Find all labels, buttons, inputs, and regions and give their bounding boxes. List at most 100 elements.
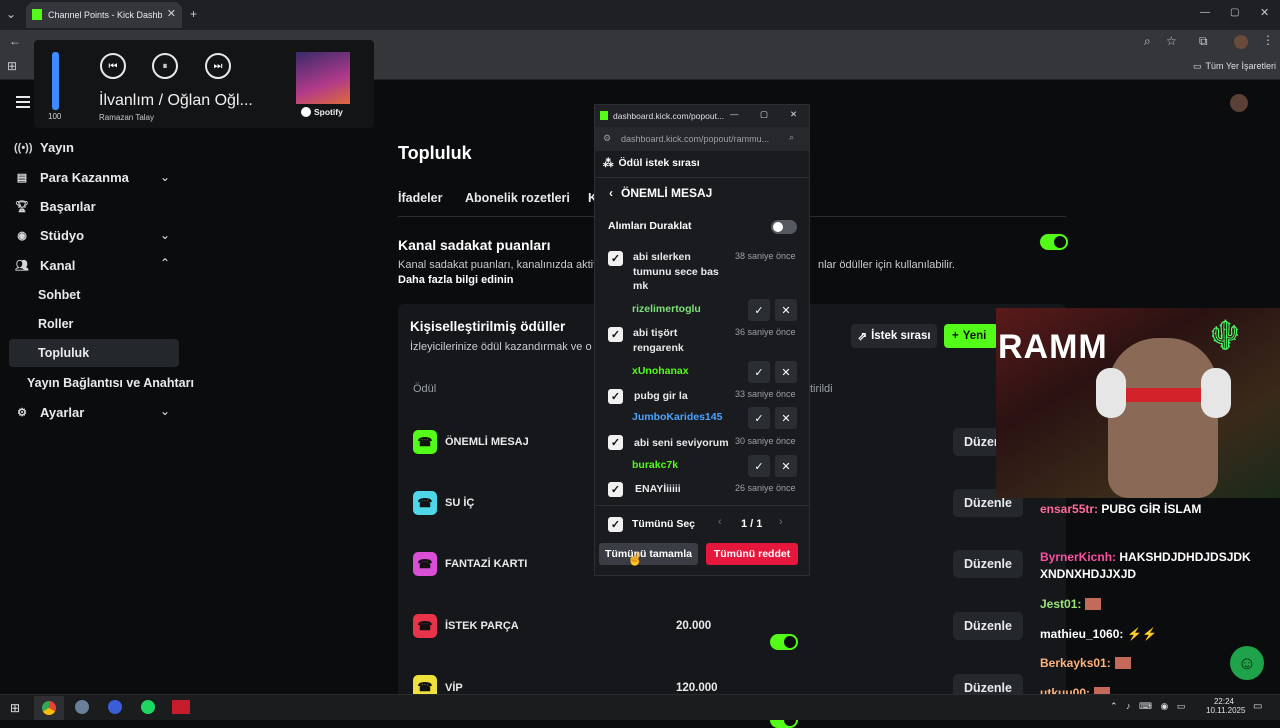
new-tab-icon[interactable]: + bbox=[190, 7, 197, 21]
camera-icon: ◉ bbox=[17, 230, 27, 242]
sidebar-item-sohbet[interactable]: Sohbet bbox=[38, 288, 80, 302]
apps-grid-icon[interactable]: ⊞ bbox=[7, 59, 17, 73]
approve-check-icon[interactable]: ✓ bbox=[748, 455, 770, 477]
close-window-icon[interactable]: ✕ bbox=[790, 109, 797, 120]
sidebar-item-roller[interactable]: Roller bbox=[38, 317, 73, 331]
back-to-rewards[interactable]: ‹ ÖNEMLİ MESAJ bbox=[609, 186, 712, 200]
reject-all-button[interactable]: Tümünü reddet bbox=[706, 543, 798, 565]
all-bookmarks-button[interactable]: ▭ Tüm Yer İşaretleri bbox=[1193, 61, 1276, 72]
reject-x-icon[interactable]: ✕ bbox=[775, 299, 797, 321]
chevron-up-icon[interactable]: ⌃ bbox=[160, 256, 170, 270]
new-reward-button[interactable]: + Yeni bbox=[944, 324, 998, 348]
sidebar-item-topluluk-active[interactable] bbox=[9, 339, 179, 367]
sidebar-item-studyo[interactable]: ◉ Stüdyo bbox=[14, 228, 84, 243]
hamburger-menu-icon[interactable] bbox=[16, 96, 30, 108]
request-user[interactable]: JumboKarides145 bbox=[632, 411, 722, 423]
bookmark-star-icon[interactable]: ☆ bbox=[1166, 34, 1177, 48]
volume-slider[interactable] bbox=[52, 52, 59, 110]
user-avatar[interactable] bbox=[1230, 94, 1248, 112]
support-chat-icon[interactable]: ☺ bbox=[1230, 646, 1264, 680]
clock[interactable]: 22:24 10.11.2025 bbox=[1206, 697, 1246, 715]
cactus-neon-icon: 🌵︎ bbox=[1206, 319, 1245, 352]
reward-toggle[interactable] bbox=[770, 634, 798, 650]
prev-page-icon[interactable]: ‹ bbox=[718, 516, 722, 528]
discord-icon[interactable] bbox=[108, 700, 122, 714]
chat-user: ensar55tr: bbox=[1040, 502, 1099, 516]
clock-date: 10.11.2025 bbox=[1206, 706, 1246, 715]
extensions-icon[interactable]: ⧉ bbox=[1199, 34, 1208, 49]
system-tray-icons[interactable]: ⌃ ♪ ⌨ ◉ ▭ bbox=[1110, 701, 1188, 712]
next-page-icon[interactable]: › bbox=[779, 516, 783, 528]
request-user[interactable]: rizelimertoglu bbox=[632, 303, 701, 315]
sidebar-item-basarilar[interactable]: 🏆︎ Başarılar bbox=[14, 199, 96, 214]
pause-icon[interactable]: ⏸ bbox=[152, 53, 178, 79]
minimize-window-icon[interactable]: — bbox=[730, 109, 739, 119]
request-queue-button[interactable]: ⇗ İstek sırası bbox=[851, 324, 937, 348]
reward-name: ÖNEMLİ MESAJ bbox=[621, 186, 713, 200]
chevron-down-icon[interactable]: ⌄ bbox=[160, 170, 170, 184]
taskbar-app-icon[interactable] bbox=[75, 700, 89, 714]
pause-toggle[interactable] bbox=[771, 220, 797, 234]
request-user[interactable]: xUnohanax bbox=[632, 365, 689, 377]
tab-ifadeler[interactable]: İfadeler bbox=[398, 191, 442, 205]
tab-list-icon[interactable]: ⌄ bbox=[6, 7, 16, 21]
approve-check-icon[interactable]: ✓ bbox=[748, 361, 770, 383]
request-checkbox[interactable]: ✓ bbox=[608, 435, 623, 450]
loyalty-title: Kanal sadakat puanları bbox=[398, 237, 551, 253]
next-track-icon[interactable]: ⏭ bbox=[205, 53, 231, 79]
maximize-window-icon[interactable]: ▢ bbox=[760, 109, 768, 120]
request-checkbox[interactable]: ✓ bbox=[608, 251, 623, 266]
request-user[interactable]: burakc7k bbox=[632, 459, 678, 471]
zoom-icon[interactable]: ⌕ bbox=[789, 132, 794, 143]
approve-check-icon[interactable]: ✓ bbox=[748, 407, 770, 429]
profile-avatar[interactable] bbox=[1234, 35, 1248, 49]
approve-check-icon[interactable]: ✓ bbox=[748, 299, 770, 321]
sidebar-item-topluluk[interactable]: Topluluk bbox=[38, 346, 89, 360]
tab-channel-points[interactable]: Channel Points - Kick Dashboard ✕ bbox=[26, 2, 182, 28]
popout-address-bar[interactable]: ⚙ dashboard.kick.com/popout/rammu... ⌕ bbox=[595, 127, 809, 151]
close-window-icon[interactable]: ✕ bbox=[1260, 6, 1269, 19]
chevron-down-icon[interactable]: ⌄ bbox=[160, 228, 170, 242]
learn-more-link[interactable]: Daha fazla bilgi edinin bbox=[398, 274, 514, 286]
request-checkbox[interactable]: ✓ bbox=[608, 389, 623, 404]
reward-label: SU İÇ bbox=[445, 497, 475, 509]
chat-user: Berkayks01: bbox=[1040, 656, 1111, 670]
reject-x-icon[interactable]: ✕ bbox=[775, 361, 797, 383]
select-all-checkbox[interactable]: ✓ bbox=[608, 517, 623, 532]
menu-dots-icon[interactable]: ⋮ bbox=[1262, 33, 1274, 47]
sidebar-item-kanal[interactable]: 👥︎ Kanal bbox=[14, 258, 75, 273]
reject-x-icon[interactable]: ✕ bbox=[775, 407, 797, 429]
voicemeeter-icon[interactable] bbox=[172, 700, 190, 714]
notification-icon[interactable]: ▭ bbox=[1253, 701, 1262, 712]
request-checkbox[interactable]: ✓ bbox=[608, 482, 623, 497]
sidebar-item-stream-key[interactable]: Yayın Bağlantısı ve Anahtarı bbox=[27, 376, 194, 390]
tab-abonelik-rozetleri[interactable]: Abonelik rozetleri bbox=[465, 191, 570, 205]
loyalty-toggle[interactable] bbox=[1040, 234, 1068, 250]
request-checkbox[interactable]: ✓ bbox=[608, 327, 623, 342]
taskbar-chrome-active[interactable] bbox=[34, 696, 64, 720]
chat-user: Jest01: bbox=[1040, 597, 1082, 611]
maximize-window-icon[interactable]: ▢ bbox=[1230, 7, 1239, 18]
zoom-icon[interactable]: ⌕ bbox=[1144, 34, 1151, 49]
sidebar-label: Başarılar bbox=[40, 199, 96, 214]
sidebar-item-para-kazanma[interactable]: ▤ Para Kazanma bbox=[14, 170, 129, 185]
sidebar-label: Para Kazanma bbox=[40, 170, 129, 185]
complete-all-button[interactable]: Tümünü tamamla bbox=[599, 543, 698, 565]
edit-button[interactable]: Düzenle bbox=[953, 612, 1023, 640]
back-icon[interactable]: ← bbox=[9, 34, 21, 48]
volume-fill bbox=[52, 52, 59, 110]
previous-track-icon[interactable]: ⏮ bbox=[100, 53, 126, 79]
sidebar-item-ayarlar[interactable]: ⚙ Ayarlar bbox=[14, 405, 84, 420]
chevron-down-icon[interactable]: ⌄ bbox=[160, 404, 170, 418]
toggle-knob bbox=[773, 222, 783, 232]
spotify-icon[interactable] bbox=[141, 700, 155, 714]
request-queue-label: İstek sırası bbox=[871, 330, 931, 342]
edit-button[interactable]: Düzenle bbox=[953, 550, 1023, 578]
minimize-window-icon[interactable]: — bbox=[1200, 7, 1210, 18]
reject-x-icon[interactable]: ✕ bbox=[775, 455, 797, 477]
site-settings-icon[interactable]: ⚙ bbox=[603, 133, 611, 144]
close-tab-icon[interactable]: ✕ bbox=[167, 7, 176, 20]
windows-start-icon[interactable]: ⊞ bbox=[10, 701, 20, 715]
reward-cost: 120.000 bbox=[676, 682, 718, 694]
sidebar-item-yayin[interactable]: ((•)) Yayın bbox=[14, 140, 74, 155]
